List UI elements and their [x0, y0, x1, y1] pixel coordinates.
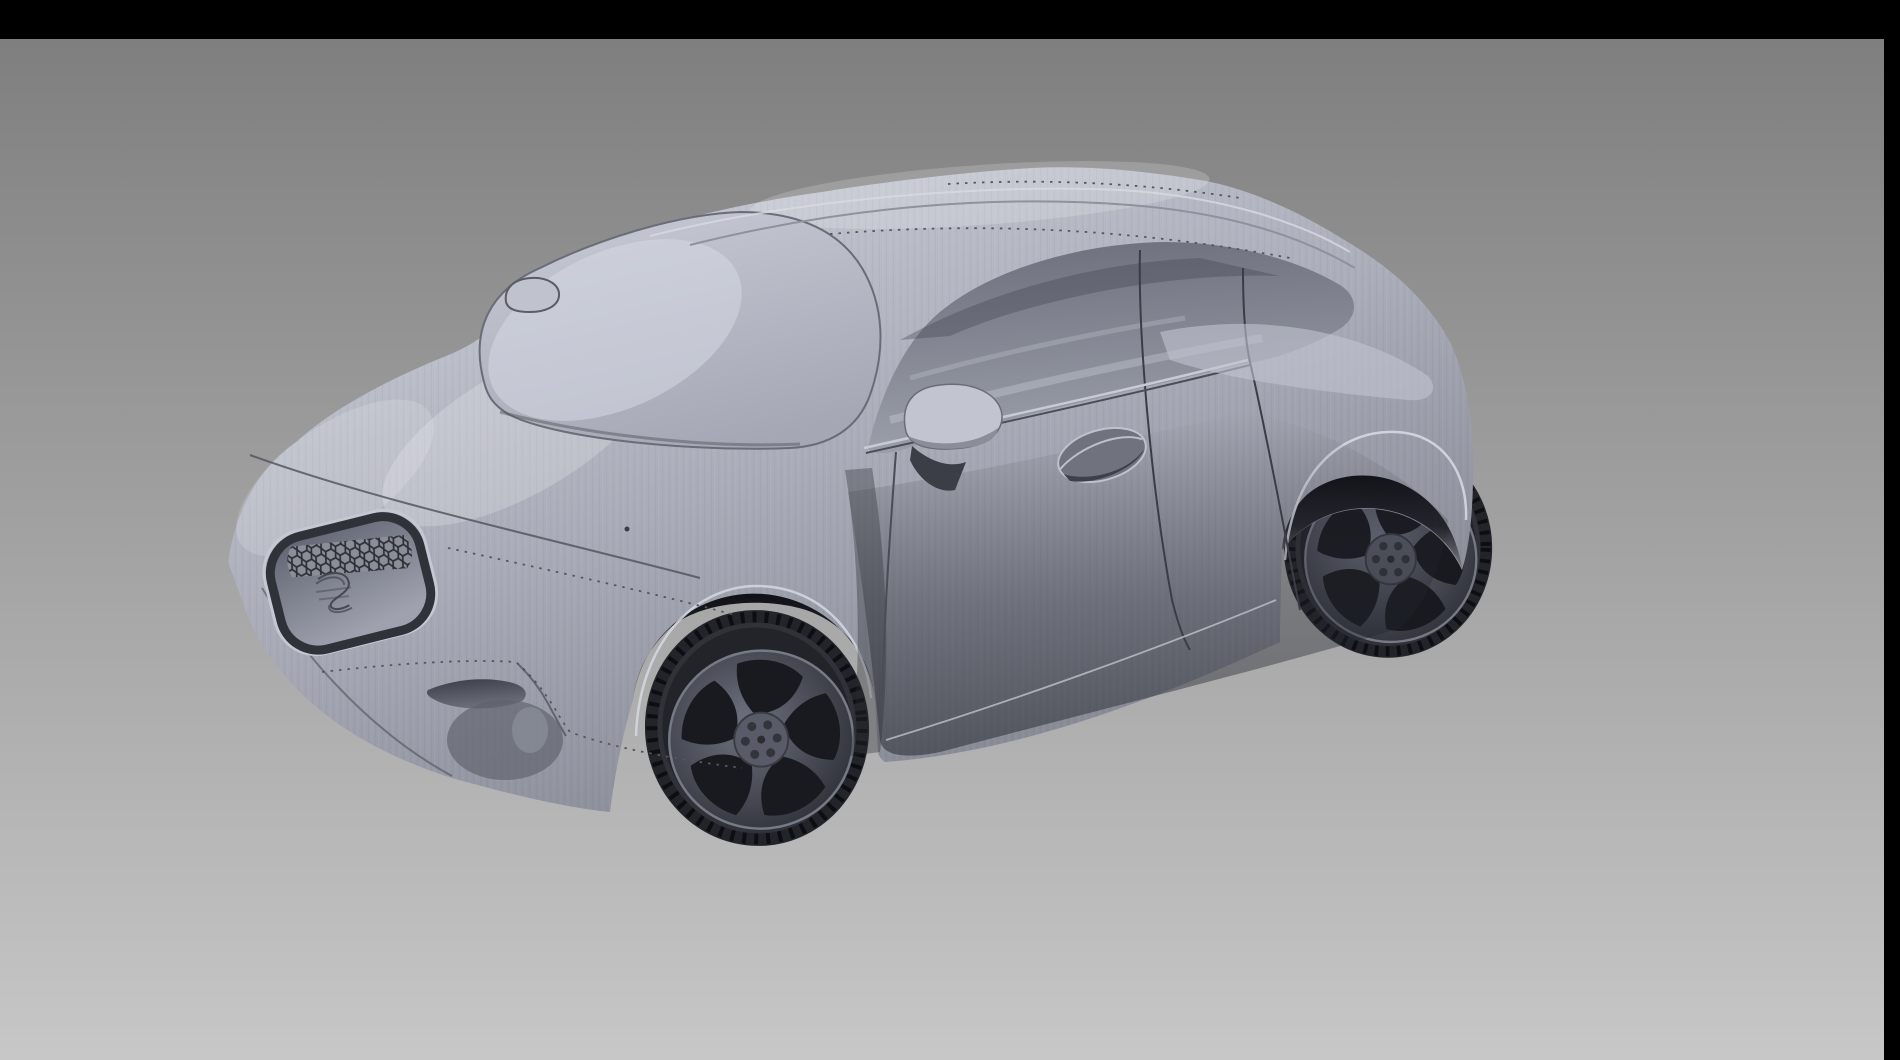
antenna-nub	[504, 276, 561, 314]
viewport-canvas[interactable]	[0, 0, 1900, 1060]
hood-fleck	[624, 526, 630, 532]
fog-recess	[512, 707, 548, 753]
cad-viewport-window	[0, 0, 1900, 1060]
right-bar	[1884, 0, 1900, 1060]
top-bar	[0, 0, 1900, 39]
